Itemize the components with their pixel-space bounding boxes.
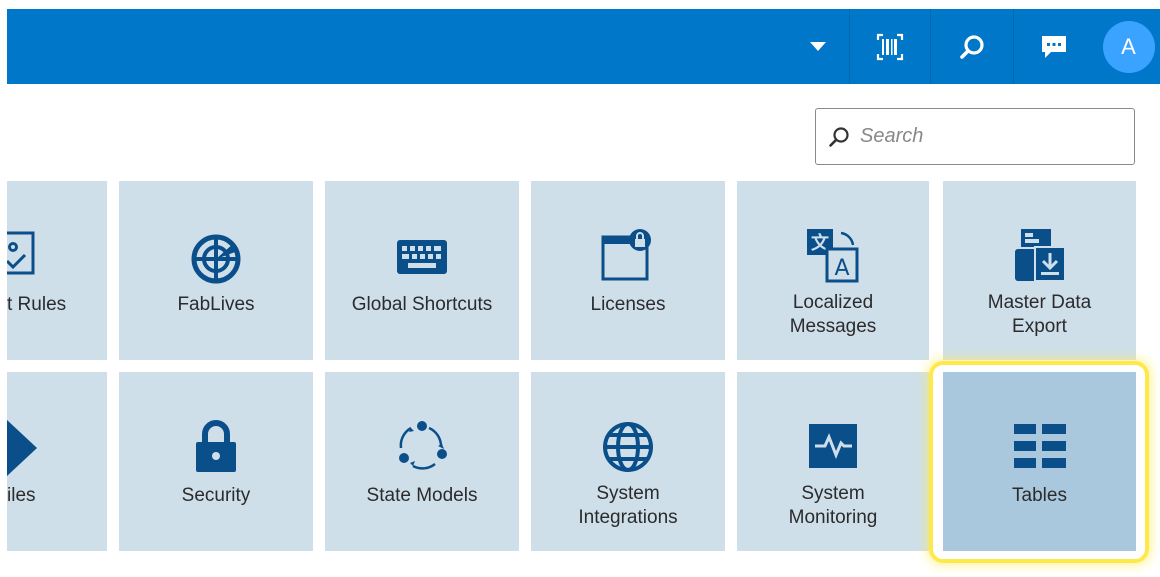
- search-button[interactable]: [931, 9, 1013, 84]
- search-icon: [829, 126, 849, 147]
- tile-system-integrations[interactable]: System Integrations: [531, 372, 725, 551]
- tile-tables[interactable]: Tables: [943, 372, 1136, 551]
- data-export-icon: [1014, 229, 1066, 282]
- user-menu-dropdown[interactable]: [787, 9, 849, 84]
- search-icon: [960, 34, 984, 59]
- search-input[interactable]: [860, 125, 1110, 148]
- globe-icon: [603, 422, 653, 472]
- table-icon: [1013, 424, 1066, 468]
- tile-label: Tables: [1012, 485, 1067, 506]
- business-rules-icon: [7, 231, 35, 275]
- tile-label: Global Shortcuts: [351, 294, 493, 315]
- tile-master-data-export[interactable]: Master Data Export: [943, 181, 1136, 360]
- top-navigation-bar: A: [7, 9, 1160, 84]
- search-box[interactable]: [815, 108, 1135, 165]
- tile-state-models[interactable]: State Models: [325, 372, 519, 551]
- svg-text:A: A: [834, 256, 849, 281]
- tile-system-monitoring[interactable]: System Monitoring: [737, 372, 929, 551]
- app-page: A t Rules FabLives: [0, 0, 1160, 577]
- tile-global-shortcuts[interactable]: Global Shortcuts: [325, 181, 519, 360]
- tile-label: System Integrations: [578, 483, 678, 528]
- tile-label: Localized Messages: [789, 292, 877, 337]
- tile-label: State Models: [366, 485, 478, 506]
- tile-security[interactable]: Security: [119, 372, 313, 551]
- user-avatar-button[interactable]: A: [1097, 9, 1160, 84]
- pulse-monitor-icon: [809, 424, 857, 468]
- keyboard-icon: [397, 240, 447, 274]
- tile-business-rules[interactable]: t Rules: [7, 181, 107, 360]
- cycle-icon: [399, 421, 447, 470]
- license-window-lock-icon: [601, 229, 651, 281]
- tile-fablives[interactable]: FabLives: [119, 181, 313, 360]
- messages-button[interactable]: [1014, 9, 1094, 84]
- tile-label: System Monitoring: [788, 483, 878, 528]
- tile-label: Licenses: [590, 294, 666, 315]
- barcode-scan-button[interactable]: [850, 9, 930, 84]
- radar-icon: [191, 234, 241, 284]
- tile-label: t Rules: [7, 294, 67, 315]
- tile-label: Master Data Export: [987, 292, 1092, 337]
- avatar: A: [1102, 20, 1155, 73]
- tile-licenses[interactable]: Licenses: [531, 181, 725, 360]
- tile-label: iles: [7, 485, 36, 506]
- diamond-icon: [7, 420, 37, 476]
- left-gutter: [0, 0, 7, 577]
- barcode-scan-icon: [876, 33, 904, 60]
- caret-down-icon: [810, 42, 826, 51]
- translate-icon: 文 A: [807, 229, 859, 283]
- lock-icon: [196, 420, 236, 472]
- tile-roles[interactable]: iles: [7, 372, 107, 551]
- tile-label: FabLives: [177, 294, 255, 315]
- tile-label: Security: [181, 485, 251, 506]
- tile-localized-messages[interactable]: 文 A Localized Messages: [737, 181, 929, 360]
- chat-icon: [1042, 35, 1066, 58]
